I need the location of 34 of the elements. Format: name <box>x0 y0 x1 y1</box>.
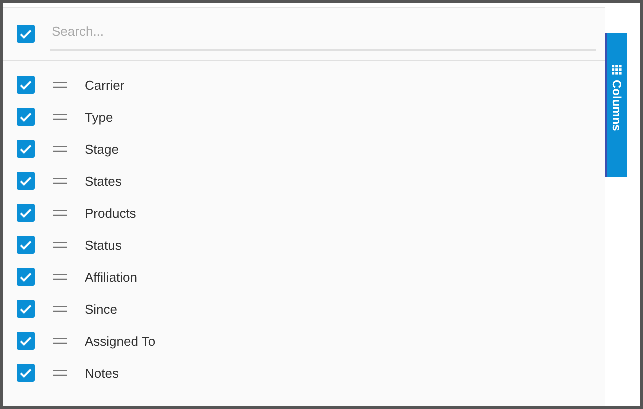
checkbox[interactable] <box>17 236 35 254</box>
drag-handle-icon[interactable] <box>53 210 67 216</box>
column-label: Products <box>85 206 136 220</box>
checkbox[interactable] <box>17 172 35 190</box>
drag-handle-icon[interactable] <box>53 178 67 184</box>
checkbox[interactable] <box>17 25 35 43</box>
drag-handle-icon[interactable] <box>53 274 67 280</box>
column-label: Since <box>85 302 118 316</box>
checkbox[interactable] <box>17 140 35 158</box>
column-label: Affiliation <box>85 270 138 284</box>
column-label: Carrier <box>85 78 125 92</box>
search-field[interactable]: Search... <box>50 13 596 51</box>
drag-handle-icon[interactable] <box>53 338 67 344</box>
drag-handle-icon[interactable] <box>53 242 67 248</box>
checkbox[interactable] <box>17 76 35 94</box>
checkbox[interactable] <box>17 300 35 318</box>
drag-handle-icon[interactable] <box>53 82 67 88</box>
column-label: Assigned To <box>85 334 156 348</box>
drag-handle-icon[interactable] <box>53 306 67 312</box>
checkbox[interactable] <box>17 332 35 350</box>
checkbox[interactable] <box>17 108 35 126</box>
column-label: Notes <box>85 366 119 380</box>
checkbox[interactable] <box>17 268 35 286</box>
drag-handle-icon[interactable] <box>53 370 67 376</box>
drag-handle-icon[interactable] <box>53 146 67 152</box>
drag-handle-icon[interactable] <box>53 114 67 120</box>
checkbox[interactable] <box>17 364 35 382</box>
column-label: Stage <box>85 142 119 156</box>
columns-tab[interactable]: Columns <box>605 33 627 177</box>
column-label: Status <box>85 238 122 252</box>
column-label: Type <box>85 110 114 124</box>
column-label: States <box>85 174 122 188</box>
checkbox[interactable] <box>17 204 35 222</box>
grid-icon <box>612 65 622 75</box>
